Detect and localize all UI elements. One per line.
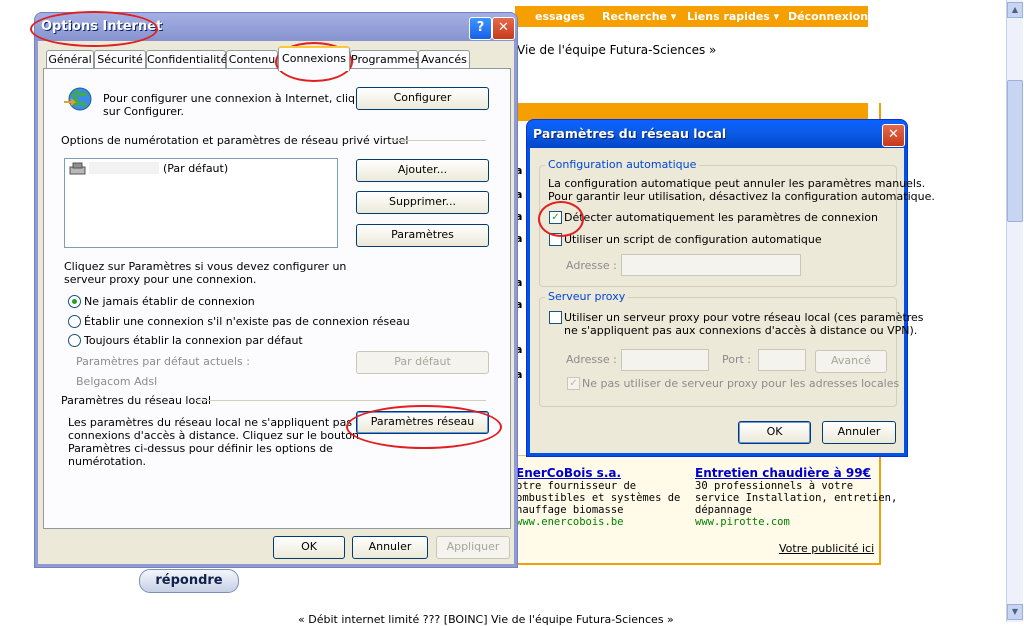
tab-general[interactable]: Général: [46, 50, 94, 69]
lan-text: Les paramètres du réseau local ne s'appl…: [68, 416, 376, 429]
ad-line: dépannage: [695, 504, 752, 516]
proxy-group-title: Serveur proxy: [545, 290, 629, 303]
ad-line: service Installation, entretien,: [695, 492, 898, 504]
ad-title[interactable]: EnerCoBois s.a.: [516, 466, 621, 480]
title-bar[interactable]: Paramètres du réseau local ✕: [527, 120, 907, 148]
ad-line: ombustibles et systèmes de: [516, 492, 681, 504]
close-icon[interactable]: ✕: [492, 17, 515, 40]
lan-text: numérotation.: [68, 455, 147, 468]
nav-quick-links[interactable]: Liens rapides ▾: [687, 10, 779, 23]
dialup-header: Options de numérotation et paramètres de…: [61, 134, 409, 147]
redacted-connection-name: [89, 162, 159, 174]
lan-text: Paramètres ci-dessus pour définir les op…: [68, 442, 333, 455]
lan-text: connexions d'accès à distance. Cliquez s…: [68, 429, 359, 442]
nav-logout[interactable]: Déconnexion: [788, 10, 868, 23]
tab-security[interactable]: Sécurité: [94, 50, 146, 69]
ok-button[interactable]: OK: [273, 536, 345, 559]
current-default-label: Paramètres par défaut actuels :: [76, 355, 250, 368]
script-address-input[interactable]: [621, 254, 801, 276]
proxy-port-input[interactable]: [758, 349, 806, 371]
ad-url[interactable]: www.enercobois.be: [516, 516, 623, 528]
radio-label[interactable]: Ne jamais établir de connexion: [84, 295, 255, 308]
auto-detect-label[interactable]: Détecter automatiquement les paramètres …: [564, 211, 878, 224]
auto-config-title: Configuration automatique: [545, 158, 700, 171]
nav-search[interactable]: Recherche ▾: [602, 10, 676, 23]
proxy-hint: serveur proxy pour une connexion.: [64, 273, 257, 286]
auto-script-label[interactable]: Utiliser un script de configuration auto…: [564, 233, 822, 246]
bottom-thread-nav[interactable]: « Débit internet limité ??? [BOINC] Vie …: [298, 613, 674, 626]
cancel-button[interactable]: Annuler: [352, 536, 428, 559]
use-proxy-label[interactable]: Utiliser un serveur proxy pour votre rés…: [564, 311, 924, 324]
setup-text: sur Configurer.: [103, 105, 185, 118]
tab-privacy[interactable]: Confidentialité: [146, 50, 227, 69]
tab-content[interactable]: Contenu: [226, 50, 278, 69]
dialog-title: Options Internet: [41, 19, 163, 34]
tab-programs[interactable]: Programmes: [350, 50, 421, 69]
tab-advanced[interactable]: Avancés: [418, 50, 470, 69]
proxy-address-label: Adresse :: [566, 353, 617, 366]
use-proxy-label[interactable]: ne s'appliquent pas aux connexions d'acc…: [564, 324, 917, 337]
tab-connections[interactable]: Connexions: [278, 46, 350, 71]
ad-line: 30 professionnels à votre: [695, 480, 854, 492]
scroll-up-icon[interactable]: ▲: [1007, 2, 1023, 18]
port-label: Port :: [722, 353, 752, 366]
setup-text: Pour configurer une connexion à Internet…: [103, 92, 375, 105]
dialup-default-label: (Par défaut): [163, 162, 229, 175]
address-label: Adresse :: [566, 259, 617, 272]
lan-settings-button[interactable]: Paramètres réseau: [356, 411, 489, 434]
reply-button[interactable]: répondre: [139, 569, 239, 593]
auto-script-checkbox[interactable]: [549, 233, 562, 246]
lan-ok-button[interactable]: OK: [738, 421, 811, 444]
apply-button[interactable]: Appliquer: [436, 536, 510, 559]
radio-always-dial[interactable]: [68, 334, 81, 347]
current-default-value: Belgacom Adsl: [76, 375, 158, 388]
advanced-button[interactable]: Avancé: [815, 350, 887, 373]
help-icon[interactable]: ?: [469, 17, 492, 40]
close-icon[interactable]: ✕: [882, 124, 905, 147]
separator: [392, 140, 486, 141]
dialup-connection-icon: [69, 162, 86, 175]
radio-never-dial[interactable]: [68, 295, 81, 308]
bypass-local-label[interactable]: Ne pas utiliser de serveur proxy pour le…: [582, 377, 899, 390]
nav-messages[interactable]: essages: [535, 10, 585, 23]
bypass-local-checkbox[interactable]: ✓: [567, 377, 580, 390]
proxy-hint: Cliquez sur Paramètres si vous devez con…: [64, 260, 347, 273]
remove-button[interactable]: Supprimer...: [356, 191, 489, 214]
auto-config-text: Pour garantir leur utilisation, désactiv…: [548, 190, 935, 203]
ad-line: otre fournisseur de: [516, 480, 637, 492]
radio-label[interactable]: Toujours établir la connexion par défaut: [84, 334, 303, 347]
proxy-address-input[interactable]: [621, 349, 709, 371]
use-proxy-checkbox[interactable]: [549, 311, 562, 324]
scroll-down-icon[interactable]: ▼: [1007, 604, 1023, 620]
separator: [196, 400, 486, 401]
forum-top-nav: essages Recherche ▾ Liens rapides ▾ Déco…: [515, 6, 868, 27]
setup-button[interactable]: Configurer: [356, 87, 489, 110]
add-button[interactable]: Ajouter...: [356, 159, 489, 182]
radio-dial-when-no-network[interactable]: [68, 315, 81, 328]
ad-footer-link[interactable]: Votre publicité ici: [779, 542, 874, 555]
settings-button[interactable]: Paramètres: [356, 224, 489, 247]
lan-cancel-button[interactable]: Annuler: [822, 421, 896, 444]
network-globe-icon: [64, 87, 92, 111]
dialog-title: Paramètres du réseau local: [533, 126, 727, 141]
auto-config-text: La configuration automatique peut annule…: [548, 177, 926, 190]
radio-label[interactable]: Établir une connexion s'il n'existe pas …: [84, 315, 410, 328]
ad-line: hauffage biomasse: [516, 504, 624, 516]
lan-header: Paramètres du réseau local: [61, 394, 212, 407]
auto-detect-checkbox[interactable]: ✓: [549, 211, 562, 224]
ad-url[interactable]: www.pirotte.com: [695, 516, 790, 528]
set-default-button[interactable]: Par défaut: [356, 351, 489, 374]
team-link-top[interactable]: Vie de l'équipe Futura-Sciences »: [517, 43, 716, 57]
dialup-list[interactable]: (Par défaut): [64, 158, 338, 248]
scroll-thumb[interactable]: [1007, 80, 1023, 222]
title-bar[interactable]: Options Internet ? ✕: [35, 13, 517, 41]
ad-title[interactable]: Entretien chaudière à 99€: [695, 466, 871, 480]
